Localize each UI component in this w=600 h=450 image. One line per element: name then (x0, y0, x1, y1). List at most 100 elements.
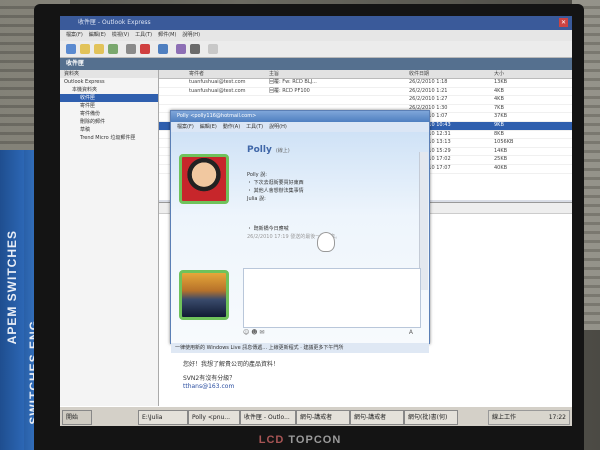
folder-item[interactable]: Outlook Express (60, 78, 158, 86)
msn-conversation-area: Polly (線上) Polly 說: ・ 下次去逛街要買好東西 ・ 其他人會想辦… (171, 132, 429, 353)
folder-item[interactable]: 草稿 (60, 126, 158, 134)
taskbar-button[interactable]: Polly <pnu... (188, 410, 240, 425)
contact-name-row: Polly (線上) (247, 146, 417, 155)
taskbar-button[interactable]: 網句-講戒者 (296, 410, 350, 425)
menu-message[interactable]: 郵件(M) (158, 32, 176, 38)
msn-menu-file[interactable]: 檔案(F) (177, 124, 194, 130)
cell-date: 26/2/2010 1:27 (409, 96, 448, 103)
msn-menu-bar: 檔案(F) 編輯(E) 動作(A) 工具(T) 說明(H) (171, 122, 429, 132)
chat-history: Polly (線上) Polly 說: ・ 下次去逛街要買好東西 ・ 其他人會想辦… (247, 146, 417, 241)
outlook-toolbar (60, 41, 572, 58)
new-mail-icon[interactable] (66, 44, 76, 54)
nudge-icon[interactable]: ✉ (259, 329, 264, 336)
message-list-header: 寄件者 主旨 收件日期 大小 (159, 70, 572, 79)
message-input[interactable] (243, 268, 421, 328)
outlook-title-bar: 收件匣 - Outlook Express ✕ (60, 16, 572, 30)
windows-taskbar: 開始 E:\Julia Polly <pnu... 收件匣 - Outlo...… (60, 406, 572, 426)
monitor-screen: 收件匣 - Outlook Express ✕ 檔案(F) 編輯(E) 檢視(V) 工… (60, 16, 572, 426)
cell-subject: 回覆: Fw: RCD BLJ... (269, 79, 317, 85)
forward-icon[interactable] (108, 44, 118, 54)
cell-size: 25KB (494, 156, 508, 163)
menu-view[interactable]: 檢視(V) (112, 32, 129, 38)
column-from[interactable]: 寄件者 (189, 70, 204, 78)
table-row[interactable]: tuanfushuai@test.com 回覆: Fw: RCD BLJ... 26… (159, 79, 572, 88)
system-tray: 線上工作 17:22 (488, 410, 570, 425)
column-size[interactable]: 大小 (494, 70, 504, 78)
table-row[interactable]: tuanfushuai@test.com 回覆: RCD PF100 26/2/20… (159, 88, 572, 97)
contact-avatar[interactable] (179, 154, 229, 204)
folder-item[interactable]: Trend Micro 垃圾郵件匣 (60, 134, 158, 142)
print-icon[interactable] (126, 44, 136, 54)
send-receive-icon[interactable] (158, 44, 168, 54)
start-button[interactable]: 開始 (62, 410, 92, 425)
addresses-icon[interactable] (176, 44, 186, 54)
contact-status: (線上) (275, 148, 290, 154)
emoticon-icon (317, 232, 335, 252)
book-spine: APEM SWITCHES (0, 150, 24, 450)
outlook-menu-bar: 檔案(F) 編輯(E) 檢視(V) 工具(T) 郵件(M) 說明(H) (60, 30, 572, 41)
current-folder-name: 收件匣 (66, 60, 85, 67)
column-subject[interactable]: 主旨 (269, 70, 279, 78)
spam-filter-icon[interactable] (208, 44, 218, 54)
contact-name: Polly (247, 145, 272, 155)
cell-size: 1056KB (494, 139, 514, 146)
folder-header-bar: 收件匣 (60, 58, 572, 70)
cell-date: 26/2/2010 1:21 (409, 87, 448, 94)
reply-all-icon[interactable] (94, 44, 104, 54)
wink-icon[interactable]: ☻ (251, 329, 257, 336)
font-icon[interactable]: A (409, 328, 413, 338)
cell-date: 26/2/2010 1:18 (409, 79, 448, 85)
msn-menu-edit[interactable]: 編輯(E) (200, 124, 217, 130)
chat-line: Polly 說: (247, 172, 267, 178)
clock: 17:22 (548, 414, 566, 421)
msn-status-bar[interactable]: 一律使用新的 Windows Live 訊息傳遞... 上線更新程式 · 建議更… (171, 343, 429, 353)
my-avatar[interactable] (179, 270, 229, 320)
taskbar-button[interactable]: 網句(批)書(何) (404, 410, 458, 425)
outlook-title: 收件匣 - Outlook Express (78, 19, 151, 26)
folder-pane-header: 資料夾 (60, 70, 158, 78)
msn-menu-tools[interactable]: 工具(T) (246, 124, 263, 130)
menu-tools[interactable]: 工具(T) (135, 32, 152, 38)
folder-item[interactable]: 寄件備份 (60, 110, 158, 118)
preview-email-link[interactable]: tthans@163.com (183, 383, 234, 390)
cell-size: 37KB (494, 113, 508, 120)
chat-line: ・ 其他人會想辦法集事情 (247, 188, 304, 194)
cell-subject: 回覆: RCD PF100 (269, 87, 310, 94)
folder-item[interactable]: 刪除的郵件 (60, 118, 158, 126)
column-received[interactable]: 收件日期 (409, 70, 429, 78)
cell-size: 8KB (494, 130, 504, 137)
work-online-status[interactable]: 線上工作 (492, 414, 516, 421)
delete-icon[interactable] (140, 44, 150, 54)
preview-text-line: SVN2有沒有分級？ (183, 375, 236, 382)
folder-item-inbox[interactable]: 收件匣 (60, 94, 158, 102)
msn-menu-help[interactable]: 說明(H) (269, 124, 287, 130)
menu-edit[interactable]: 編輯(E) (89, 32, 106, 38)
taskbar-button[interactable]: 網句-講戒者 (350, 410, 404, 425)
folder-item[interactable]: 寄件匣 (60, 102, 158, 110)
chat-line: Julia 說: (247, 196, 266, 202)
table-row[interactable]: 26/2/2010 1:27 4KB (159, 96, 572, 105)
msn-chat-window: Polly <polly116@hotmail.com> 檔案(F) 編輯(E) 動… (170, 110, 430, 353)
taskbar-button[interactable]: 收件匣 - Outlo... (240, 410, 296, 425)
cell-size: 40KB (494, 164, 508, 171)
reply-icon[interactable] (80, 44, 90, 54)
cell-size: 4KB (494, 96, 504, 103)
close-icon[interactable]: ✕ (559, 18, 568, 27)
taskbar-button[interactable]: E:\Julia (138, 410, 188, 425)
cell-size: 14KB (494, 147, 508, 154)
cell-from: tuanfushuai@test.com (189, 87, 246, 94)
menu-file[interactable]: 檔案(F) (66, 32, 83, 38)
folder-item[interactable]: 本機資料夾 (60, 86, 158, 94)
msn-menu-actions[interactable]: 動作(A) (223, 124, 240, 130)
folder-pane: 資料夾 Outlook Express 本機資料夾 收件匣 寄件匣 寄件備份 刪… (60, 70, 159, 406)
preview-text-line: 您好！我想了解貴公司的產品資料！ (183, 361, 280, 368)
chat-line: ・ 既新橋今日應喊 (247, 226, 289, 232)
brand-name: TOPCON (288, 434, 342, 446)
msn-title: Polly <polly116@hotmail.com> (177, 113, 257, 119)
brand-lcd: LCD (258, 434, 285, 446)
smiley-icon[interactable]: ☺ (243, 329, 249, 336)
find-icon[interactable] (190, 44, 200, 54)
cell-size: 7KB (494, 104, 504, 111)
cell-size: 13KB (494, 79, 508, 85)
menu-help[interactable]: 說明(H) (182, 32, 200, 38)
